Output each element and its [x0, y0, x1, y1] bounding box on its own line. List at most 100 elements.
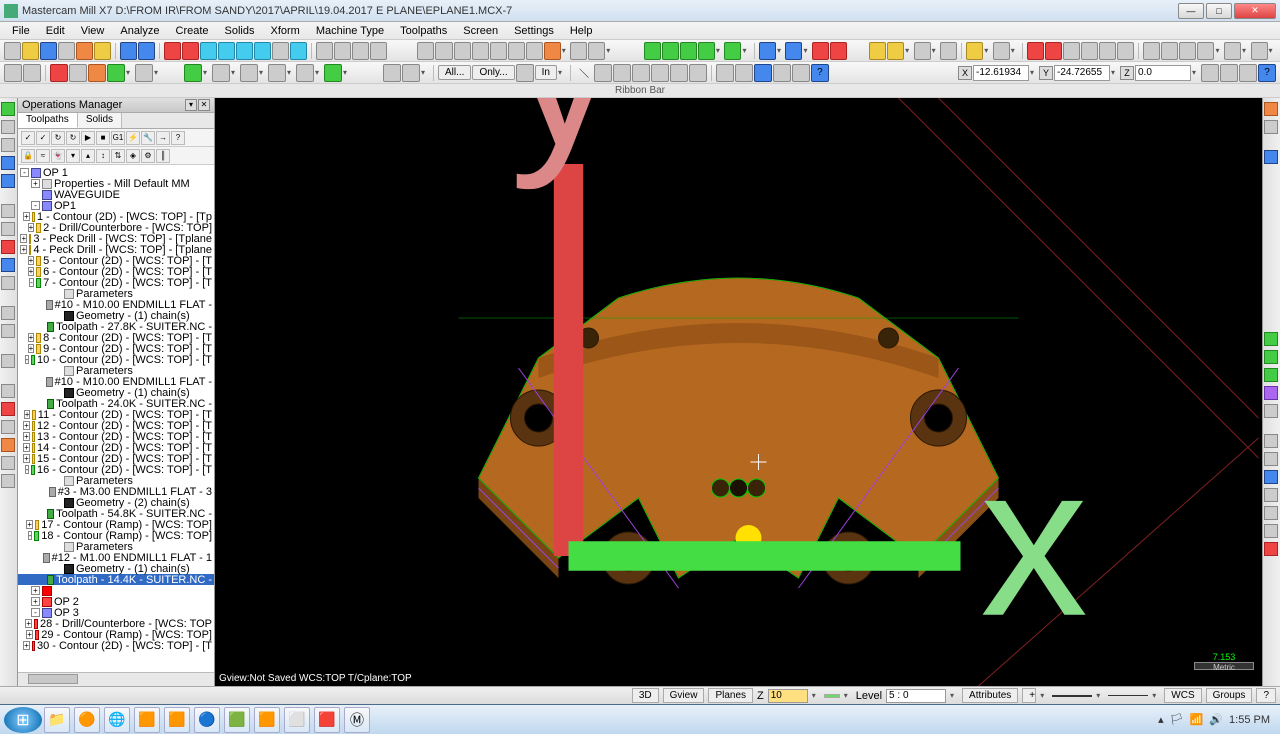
- grid3-icon[interactable]: [1063, 42, 1080, 60]
- rs-3-icon[interactable]: [1264, 150, 1278, 164]
- stat4-icon[interactable]: [1197, 42, 1214, 60]
- ls-drill-icon[interactable]: [1, 138, 15, 152]
- trim-dropdown-icon[interactable]: ▾: [203, 68, 211, 77]
- sel-dropdown-icon[interactable]: ▾: [421, 68, 429, 77]
- tree-node[interactable]: +12 - Contour (2D) - [WCS: TOP] - [T: [18, 420, 214, 431]
- extend-dropdown-icon[interactable]: ▾: [315, 68, 323, 77]
- tree-expand-icon[interactable]: +: [25, 619, 32, 628]
- light-icon[interactable]: [94, 42, 111, 60]
- tree-node[interactable]: WAVEGUIDE: [18, 189, 214, 200]
- tree-node[interactable]: +: [18, 585, 214, 596]
- sel-face-icon[interactable]: [689, 64, 707, 82]
- rs-6-icon[interactable]: [1264, 368, 1278, 382]
- sim-icon[interactable]: [680, 42, 697, 60]
- ls-art-icon[interactable]: [1, 354, 15, 368]
- tree-node[interactable]: #10 - M10.00 ENDMILL1 FLAT -: [18, 376, 214, 387]
- zoom-out-icon[interactable]: [254, 42, 271, 60]
- tree-node[interactable]: Toolpath - 14.4K - SUITER.NC -: [18, 574, 214, 585]
- zoom-window-icon[interactable]: [164, 42, 181, 60]
- tree-expand-icon[interactable]: +: [28, 344, 35, 353]
- tree-node[interactable]: +15 - Contour (2D) - [WCS: TOP] - [T: [18, 453, 214, 464]
- close-button[interactable]: ✕: [1234, 3, 1276, 19]
- sb-groups-button[interactable]: Groups: [1206, 688, 1253, 703]
- sb-color-dropdown-icon[interactable]: ▾: [844, 691, 852, 700]
- repaint-icon[interactable]: [218, 42, 235, 60]
- tree-node[interactable]: Parameters: [18, 541, 214, 552]
- tree-expand-icon[interactable]: +: [31, 597, 40, 606]
- tree-expand-icon[interactable]: +: [23, 641, 30, 650]
- tree-node[interactable]: +28 - Drill/Counterbore - [WCS: TOP: [18, 618, 214, 629]
- tree-node[interactable]: +3 - Peck Drill - [WCS: TOP] - [Tplane: [18, 233, 214, 244]
- menu-create[interactable]: Create: [168, 23, 217, 39]
- rs-13-icon[interactable]: [1264, 506, 1278, 520]
- pan-icon[interactable]: [272, 42, 289, 60]
- tree-node[interactable]: Toolpath - 24.0K - SUITER.NC -: [18, 398, 214, 409]
- stat6-icon[interactable]: [1251, 42, 1268, 60]
- post-dropdown-icon[interactable]: ▾: [716, 46, 724, 55]
- snap-perp-icon[interactable]: [544, 42, 561, 60]
- tree-node[interactable]: Geometry - (2) chain(s): [18, 497, 214, 508]
- ops-scrollbar[interactable]: [18, 672, 214, 686]
- ops-tree[interactable]: -OP 1+Properties - Mill Default MMWAVEGU…: [18, 165, 214, 672]
- filter-dropdown-icon[interactable]: ▾: [558, 68, 566, 77]
- tree-node[interactable]: #3 - M3.00 ENDMILL1 FLAT - 3: [18, 486, 214, 497]
- z-coord-input[interactable]: [1135, 65, 1191, 81]
- menu-help[interactable]: Help: [562, 23, 601, 39]
- tree-expand-icon[interactable]: -: [25, 355, 30, 364]
- menu-solids[interactable]: Solids: [217, 23, 263, 39]
- sb-linestyle-icon[interactable]: [1052, 695, 1092, 697]
- verify3-icon[interactable]: [754, 64, 772, 82]
- sel-solid-icon[interactable]: [651, 64, 669, 82]
- tree-expand-icon[interactable]: +: [23, 454, 30, 463]
- ops-backplot-icon[interactable]: ▶: [81, 131, 95, 145]
- rs-14-icon[interactable]: [1264, 524, 1278, 538]
- undelete-icon[interactable]: [940, 42, 957, 60]
- rs-1-icon[interactable]: [1264, 102, 1278, 116]
- ops-sort-icon[interactable]: ⇅: [111, 149, 125, 163]
- tree-node[interactable]: Geometry - (1) chain(s): [18, 387, 214, 398]
- grid6-icon[interactable]: [1117, 42, 1134, 60]
- ls-t5-icon[interactable]: [1, 456, 15, 470]
- fillet-dropdown-icon[interactable]: ▾: [126, 68, 134, 77]
- tree-node[interactable]: -OP1: [18, 200, 214, 211]
- modify-icon[interactable]: [268, 64, 286, 82]
- ops-regen-icon[interactable]: ↻: [51, 131, 65, 145]
- x-coord-input[interactable]: [973, 65, 1029, 81]
- tree-expand-icon[interactable]: +: [28, 333, 35, 342]
- rs-11-icon[interactable]: [1264, 470, 1278, 484]
- tree-node[interactable]: +30 - Contour (2D) - [WCS: TOP] - [T: [18, 640, 214, 651]
- shaded-icon[interactable]: [785, 42, 802, 60]
- rs-10-icon[interactable]: [1264, 452, 1278, 466]
- verify-help-icon[interactable]: ?: [811, 64, 829, 82]
- chamfer-icon[interactable]: [135, 64, 153, 82]
- coord-mode-icon[interactable]: [1239, 64, 1257, 82]
- tree-node[interactable]: +OP 2: [18, 596, 214, 607]
- tree-node[interactable]: Geometry - (1) chain(s): [18, 310, 214, 321]
- tree-node[interactable]: +9 - Contour (2D) - [WCS: TOP] - [T: [18, 343, 214, 354]
- ops-lock-icon[interactable]: 🔒: [21, 149, 35, 163]
- tree-expand-icon[interactable]: +: [31, 586, 40, 595]
- join-icon[interactable]: [240, 64, 258, 82]
- sb-z-input[interactable]: [768, 689, 808, 703]
- zoom-in-icon[interactable]: [236, 42, 253, 60]
- rs-2-icon[interactable]: [1264, 120, 1278, 134]
- sel-sphere-icon[interactable]: [613, 64, 631, 82]
- trim-icon[interactable]: [184, 64, 202, 82]
- sb-level-dropdown-icon[interactable]: ▾: [950, 691, 958, 700]
- verify-icon[interactable]: [662, 42, 679, 60]
- verify5-icon[interactable]: [792, 64, 810, 82]
- rs-9-icon[interactable]: [1264, 434, 1278, 448]
- x-dropdown-icon[interactable]: ▾: [1030, 68, 1038, 77]
- sb-weight-dropdown-icon[interactable]: ▾: [1152, 691, 1160, 700]
- break-dropdown-icon[interactable]: ▾: [231, 68, 239, 77]
- xform-icon[interactable]: [966, 42, 983, 60]
- ops-feed-icon[interactable]: ⚡: [126, 131, 140, 145]
- sel-surf-icon[interactable]: [670, 64, 688, 82]
- tree-node[interactable]: +13 - Contour (2D) - [WCS: TOP] - [T: [18, 431, 214, 442]
- tree-expand-icon[interactable]: -: [29, 278, 34, 287]
- join-dropdown-icon[interactable]: ▾: [259, 68, 267, 77]
- coord-lock-icon[interactable]: [1201, 64, 1219, 82]
- ops-select-all-icon[interactable]: ✓: [21, 131, 35, 145]
- ls-pocket-icon[interactable]: [1, 174, 15, 188]
- tree-expand-icon[interactable]: +: [28, 223, 35, 232]
